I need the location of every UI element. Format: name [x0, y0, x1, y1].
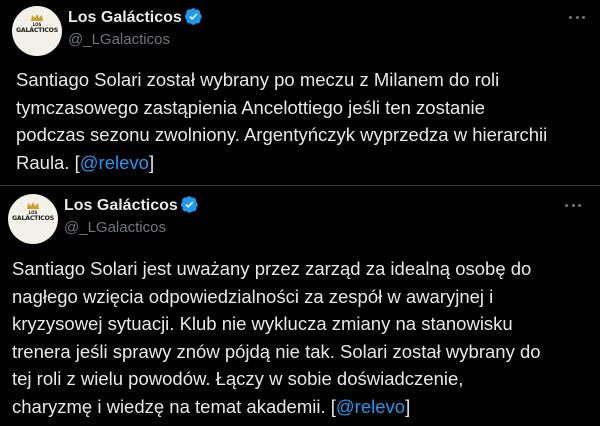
- tweet-text-line: trenera jeśli sprawy znów pójdą nie tak.…: [12, 340, 541, 362]
- tweet-text-line: nagłego wzięcia odpowiedzialności za zes…: [12, 285, 494, 307]
- tweet-text-line: charyzmę i wiedzę na temat akademii. [@r…: [12, 393, 541, 421]
- tweet-text-line: Santiago Solari jest uważany przez zarzą…: [12, 258, 532, 279]
- tweet-text-line: tej roli z wielu powodów. Łączy w sobie …: [12, 368, 464, 389]
- tweet-text-line: kryzysowej sytuacji. Klub nie wyklucza z…: [12, 313, 513, 334]
- verified-badge-icon[interactable]: [180, 196, 198, 213]
- crown-icon: [27, 202, 39, 209]
- author-display-name[interactable]: Los Galácticos: [64, 196, 198, 215]
- avatar-logo-main-text: GALÁCTICOS: [12, 215, 54, 222]
- avatar[interactable]: LOS GALÁCTICOS: [8, 194, 58, 244]
- mention-link[interactable]: @relevo: [336, 396, 405, 417]
- author-name-text[interactable]: Los Galácticos: [64, 197, 178, 214]
- tweet[interactable]: LOS GALÁCTICOS Los Galácticos @_LGalacti…: [0, 0, 600, 426]
- tweet-text-fragment: charyzmę i wiedzę na temat akademii. [: [12, 395, 336, 417]
- tweet-text-fragment: ]: [405, 395, 411, 417]
- tweet-text: Santiago Solari jest uważany przez zarzą…: [12, 255, 541, 420]
- author-handle[interactable]: @_LGalacticos: [64, 219, 166, 236]
- more-options-icon[interactable]: [562, 201, 584, 211]
